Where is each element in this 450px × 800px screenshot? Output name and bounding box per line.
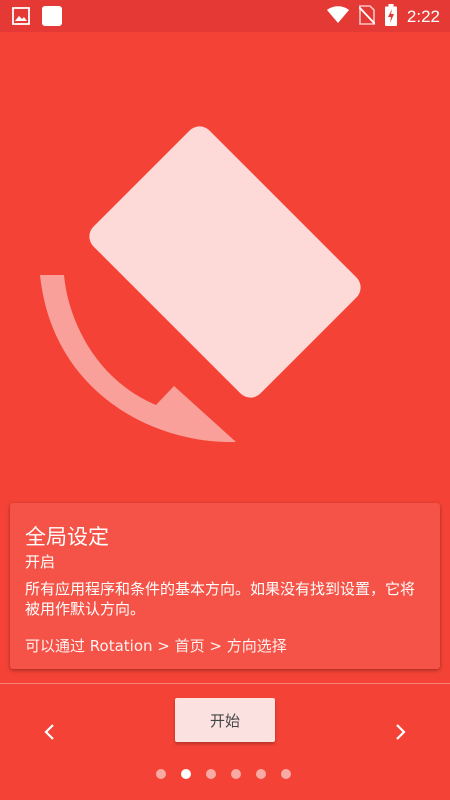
page-dot: [206, 769, 216, 779]
battery-charging-icon: [384, 4, 397, 30]
rotation-illustration: [40, 126, 361, 443]
page-indicator: [156, 769, 291, 779]
page-dot: [281, 769, 291, 779]
card-title: 全局设定: [25, 525, 109, 549]
clock-time: 2:22: [406, 7, 440, 26]
page-dot: [181, 769, 191, 779]
card-status: 开启: [25, 553, 56, 571]
start-button[interactable]: 开始: [175, 698, 275, 742]
page-dot: [156, 769, 166, 779]
global-setting-card[interactable]: 全局设定 开启 所有应用程序和条件的基本方向。如果没有找到设置，它将被用作默认方…: [10, 503, 440, 669]
wifi-icon: [326, 6, 349, 28]
status-bar: 2:22: [0, 0, 450, 32]
phone-shape-icon: [89, 126, 361, 398]
no-sim-icon: [358, 5, 376, 29]
chevron-left-icon: [43, 723, 57, 745]
card-description: 所有应用程序和条件的基本方向。如果没有找到设置，它将被用作默认方向。: [25, 580, 416, 618]
card-hint: 可以通过 Rotation > 首页 > 方向选择: [25, 637, 287, 655]
page-dot: [231, 769, 241, 779]
next-page-button[interactable]: [385, 719, 415, 749]
chevron-right-icon: [393, 723, 407, 745]
app-square-icon: [42, 6, 62, 30]
image-icon: [12, 7, 30, 29]
previous-page-button[interactable]: [35, 719, 65, 749]
page-dot: [256, 769, 266, 779]
divider: [0, 683, 450, 684]
